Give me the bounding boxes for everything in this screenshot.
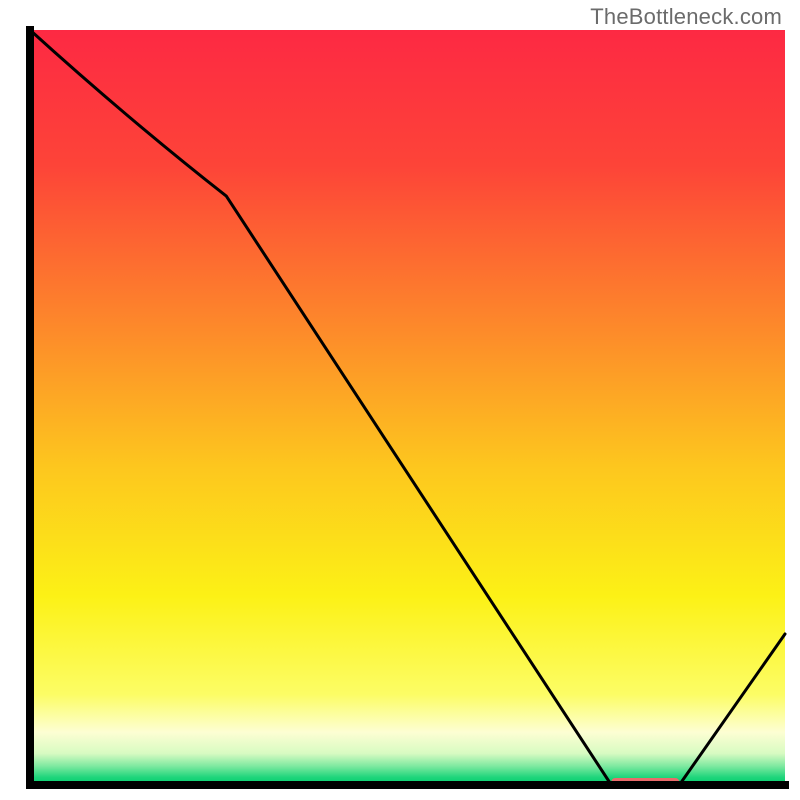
plot-gradient-bg xyxy=(30,30,785,785)
chart-svg xyxy=(0,0,800,800)
chart-container: TheBottleneck.com xyxy=(0,0,800,800)
